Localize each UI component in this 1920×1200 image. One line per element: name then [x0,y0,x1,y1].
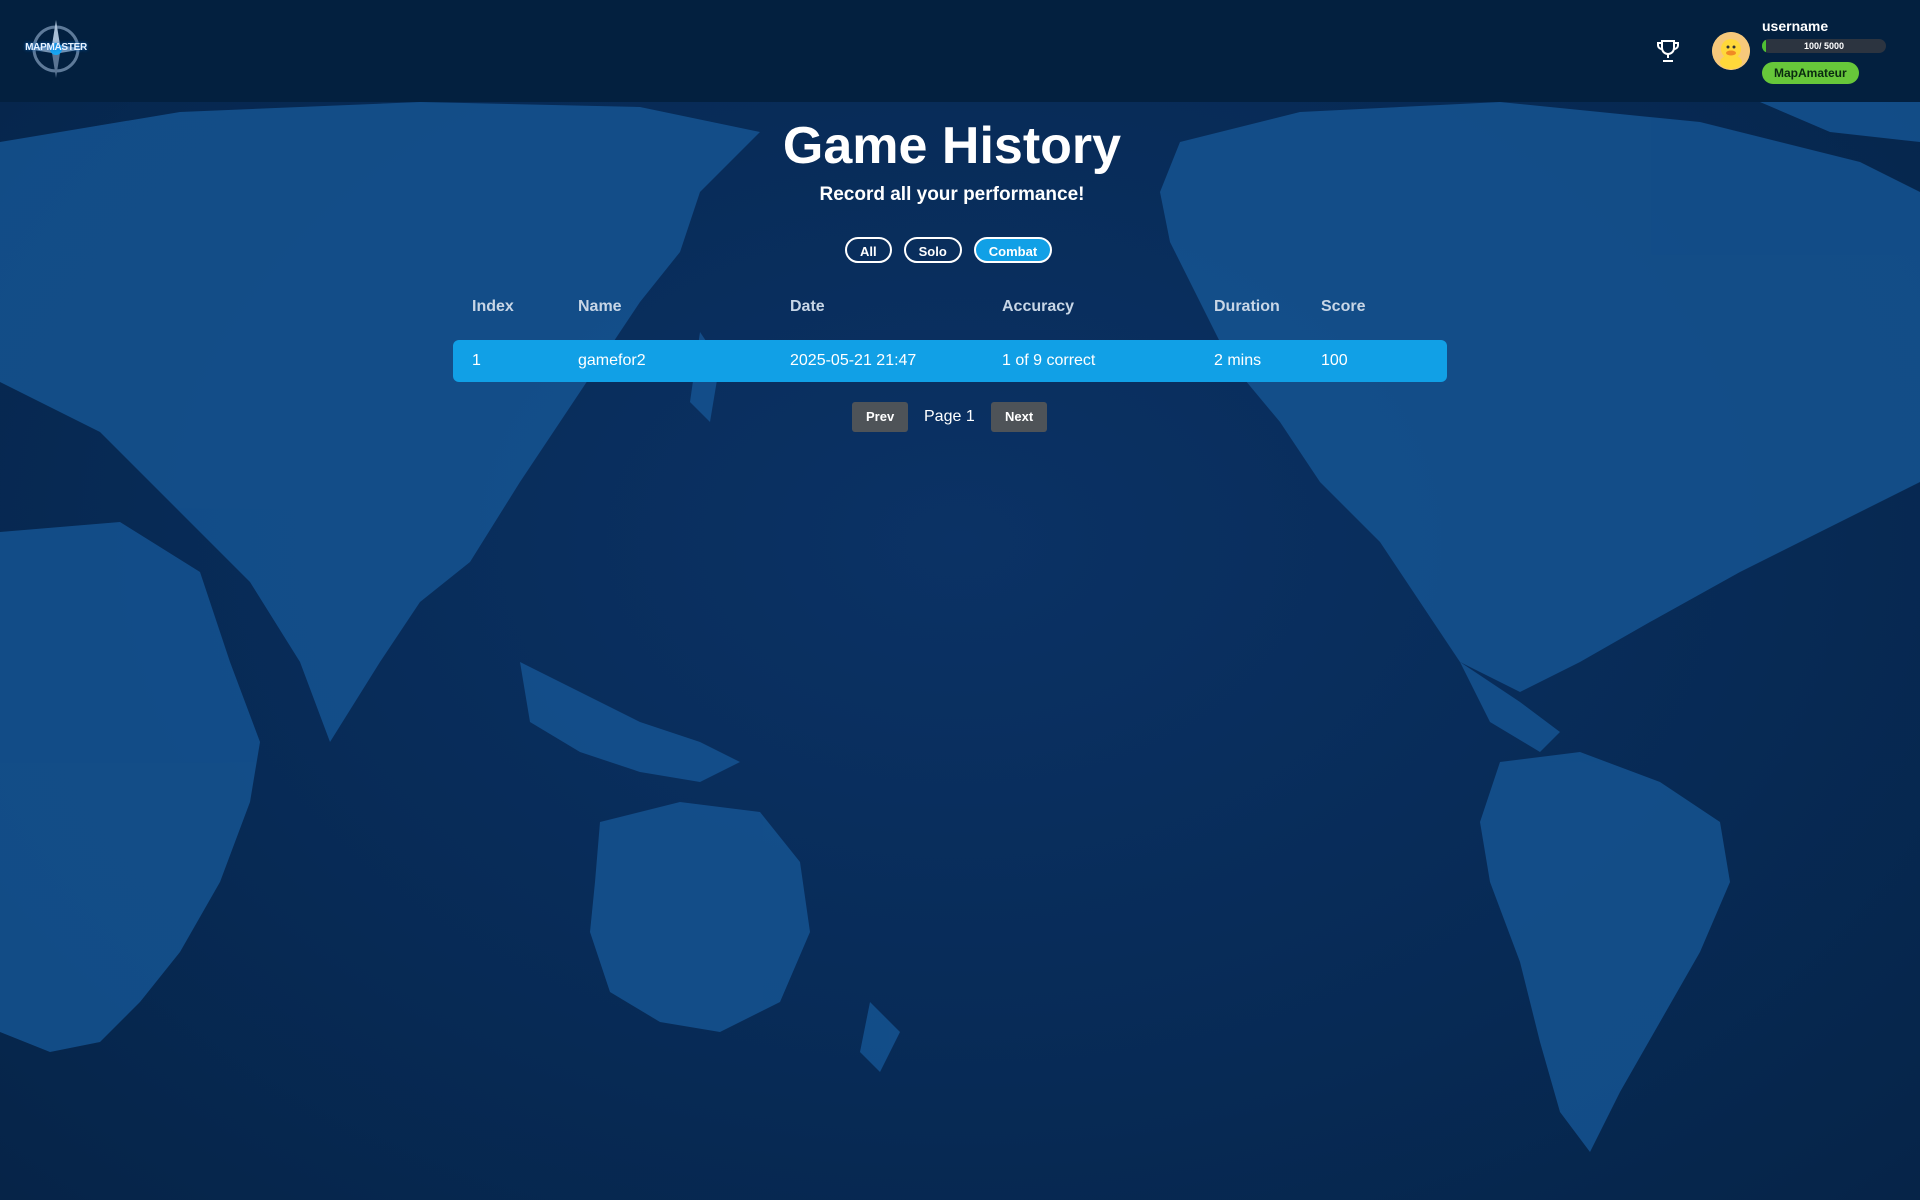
filter-all-button[interactable]: All [845,237,892,263]
cell-date: 2025-05-21 21:47 [790,352,917,369]
column-header-accuracy: Accuracy [1002,298,1075,315]
trophy-icon[interactable] [1654,37,1682,65]
xp-progress-text: 100/ 5000 [1803,41,1845,51]
logo-text: MAPMASTER [25,42,87,53]
mapmaster-logo[interactable]: MAPMASTER [22,18,90,80]
page-title: Game History [782,117,1122,175]
table-row[interactable]: 1 gamefor2 2025-05-21 21:47 1 of 9 corre… [453,340,1447,382]
history-table-header: Index Name Date Accuracy Duration Score [453,298,1447,318]
column-header-date: Date [790,298,825,315]
column-header-score: Score [1321,298,1366,315]
prev-page-button[interactable]: Prev [852,402,909,432]
column-header-duration: Duration [1214,298,1280,315]
duck-avatar-icon[interactable] [1712,32,1750,70]
page-indicator: Page 1 [924,408,975,425]
username-label: username [1762,18,1829,34]
column-header-index: Index [472,298,514,315]
rank-badge: MapAmateur [1762,62,1859,84]
cell-score: 100 [1321,352,1348,369]
next-page-button[interactable]: Next [991,402,1048,432]
mode-filter-group: All Solo Combat [845,237,1053,267]
xp-progress-bar: 100/ 5000 [1762,39,1886,53]
cell-index: 1 [472,352,481,369]
column-header-name: Name [578,298,622,315]
page-subtitle: Record all your performance! [819,184,1085,205]
cell-name: gamefor2 [578,352,646,369]
cell-accuracy: 1 of 9 correct [1002,352,1096,369]
filter-combat-button[interactable]: Combat [973,237,1053,263]
filter-solo-button[interactable]: Solo [903,237,962,263]
cell-duration: 2 mins [1214,352,1262,369]
top-navigation-bar: MAPMASTER username 100/ 5000 MapAmateur [0,0,1920,102]
